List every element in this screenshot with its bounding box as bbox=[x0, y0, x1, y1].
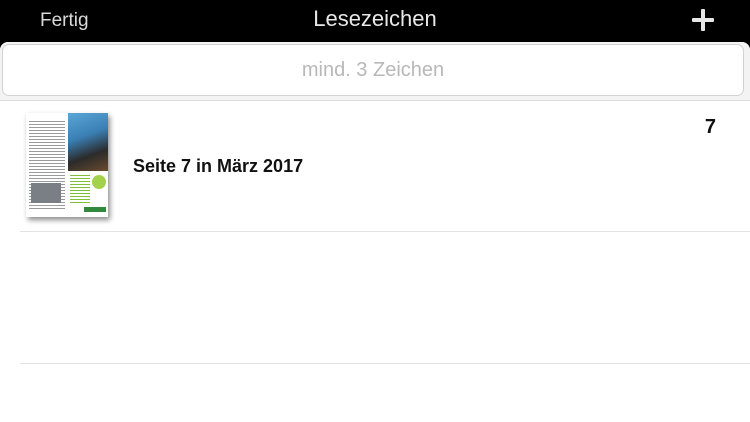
search-bar bbox=[0, 42, 750, 101]
search-input[interactable] bbox=[2, 44, 744, 96]
empty-row bbox=[20, 232, 750, 364]
bookmark-row[interactable]: Seite 7 in März 2017 7 bbox=[20, 101, 750, 232]
navigation-bar: Fertig Lesezeichen bbox=[0, 0, 750, 44]
plus-icon[interactable] bbox=[692, 9, 714, 31]
bookmark-page-number: 7 bbox=[704, 116, 716, 138]
bookmark-title: Seite 7 in März 2017 bbox=[133, 156, 304, 176]
page-title: Lesezeichen bbox=[313, 6, 437, 31]
magazine-cover-thumbnail bbox=[26, 113, 108, 217]
